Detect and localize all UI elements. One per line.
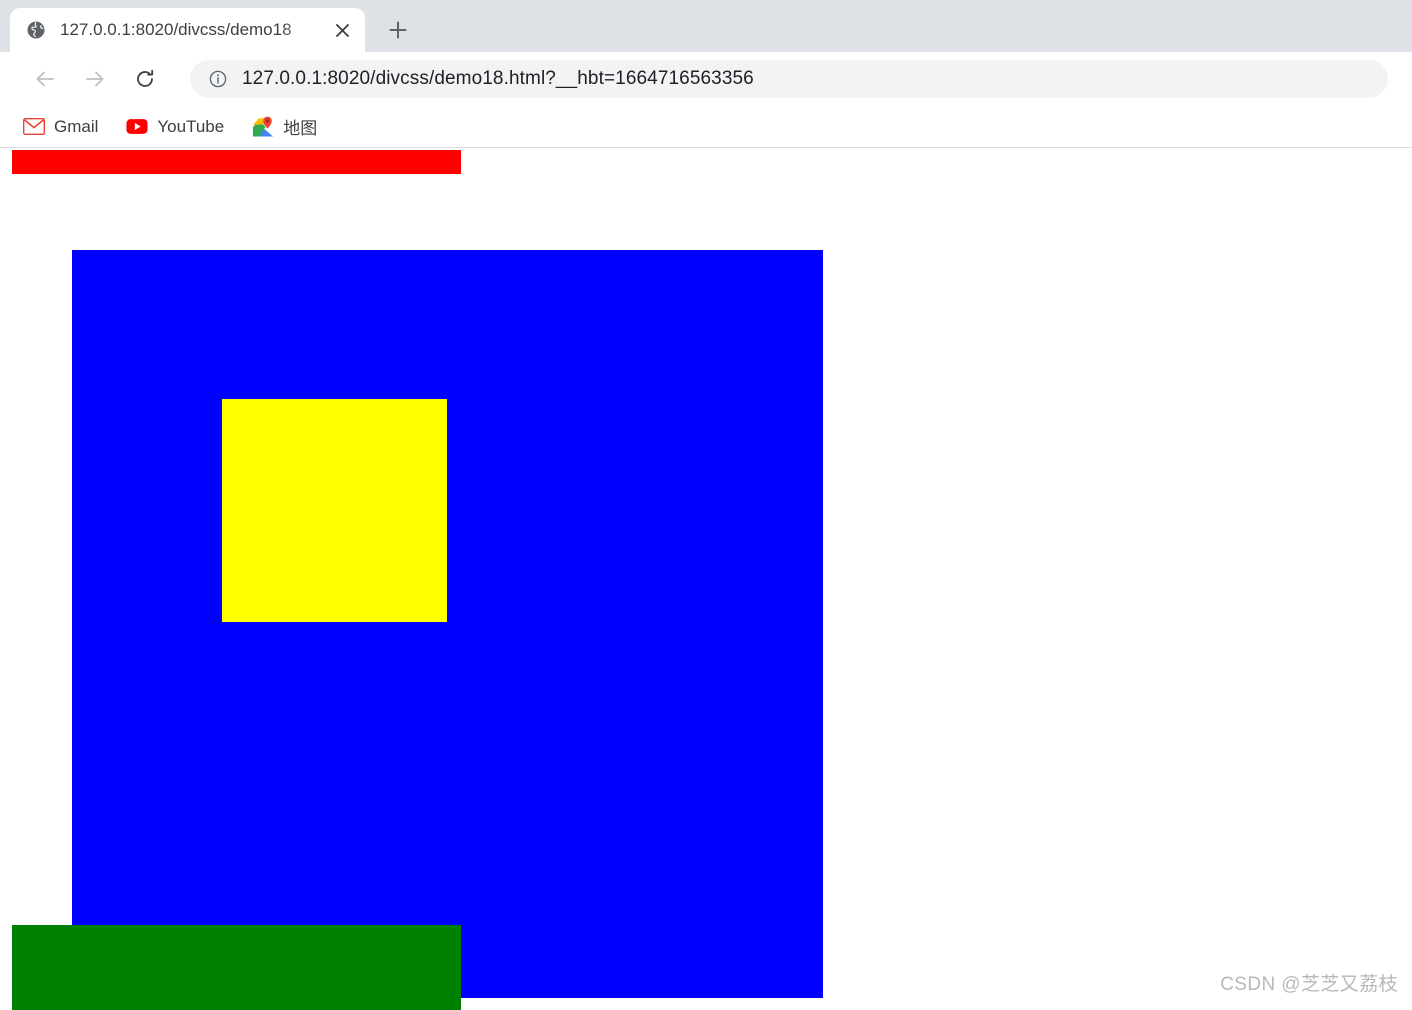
- address-bar[interactable]: 127.0.0.1:8020/divcss/demo18.html?__hbt=…: [190, 60, 1388, 98]
- info-circle-icon[interactable]: [208, 69, 228, 89]
- page-viewport: CSDN @芝芝又荔枝: [0, 149, 1412, 1010]
- youtube-icon: [126, 116, 148, 138]
- bookmark-label: Gmail: [54, 116, 99, 136]
- new-tab-button[interactable]: [375, 10, 421, 50]
- google-maps-icon: [252, 116, 274, 138]
- browser-toolbar: 127.0.0.1:8020/divcss/demo18.html?__hbt=…: [0, 52, 1412, 106]
- blue-box: [72, 250, 823, 998]
- address-bar-url: 127.0.0.1:8020/divcss/demo18.html?__hbt=…: [242, 68, 754, 89]
- arrow-left-icon: [36, 71, 54, 87]
- bookmark-maps[interactable]: 地图: [243, 112, 326, 142]
- globe-icon: [26, 20, 46, 40]
- forward-button[interactable]: [76, 60, 114, 98]
- reload-icon: [137, 69, 154, 87]
- bookmarks-bar: Gmail YouTube 地图: [0, 106, 1412, 148]
- bookmark-label: YouTube: [157, 116, 225, 136]
- tab-strip: 127.0.0.1:8020/divcss/demo18: [0, 0, 1412, 52]
- arrow-right-icon: [86, 71, 104, 87]
- bookmark-gmail[interactable]: Gmail: [14, 112, 107, 142]
- close-icon[interactable]: [329, 17, 355, 43]
- browser-tab[interactable]: 127.0.0.1:8020/divcss/demo18: [10, 8, 365, 52]
- plus-icon: [389, 21, 407, 39]
- browser-window: 127.0.0.1:8020/divcss/demo18 127.0.0.1:8…: [0, 0, 1412, 1010]
- reload-button[interactable]: [126, 60, 164, 98]
- bookmark-label: 地图: [283, 119, 318, 138]
- gmail-icon: [23, 116, 45, 138]
- bookmark-youtube[interactable]: YouTube: [117, 112, 233, 142]
- red-box: [12, 150, 461, 174]
- back-button[interactable]: [26, 60, 64, 98]
- csdn-watermark: CSDN @芝芝又荔枝: [1220, 974, 1398, 995]
- yellow-box: [222, 399, 447, 622]
- green-box: [12, 925, 461, 1010]
- tab-title: 127.0.0.1:8020/divcss/demo18: [60, 20, 292, 39]
